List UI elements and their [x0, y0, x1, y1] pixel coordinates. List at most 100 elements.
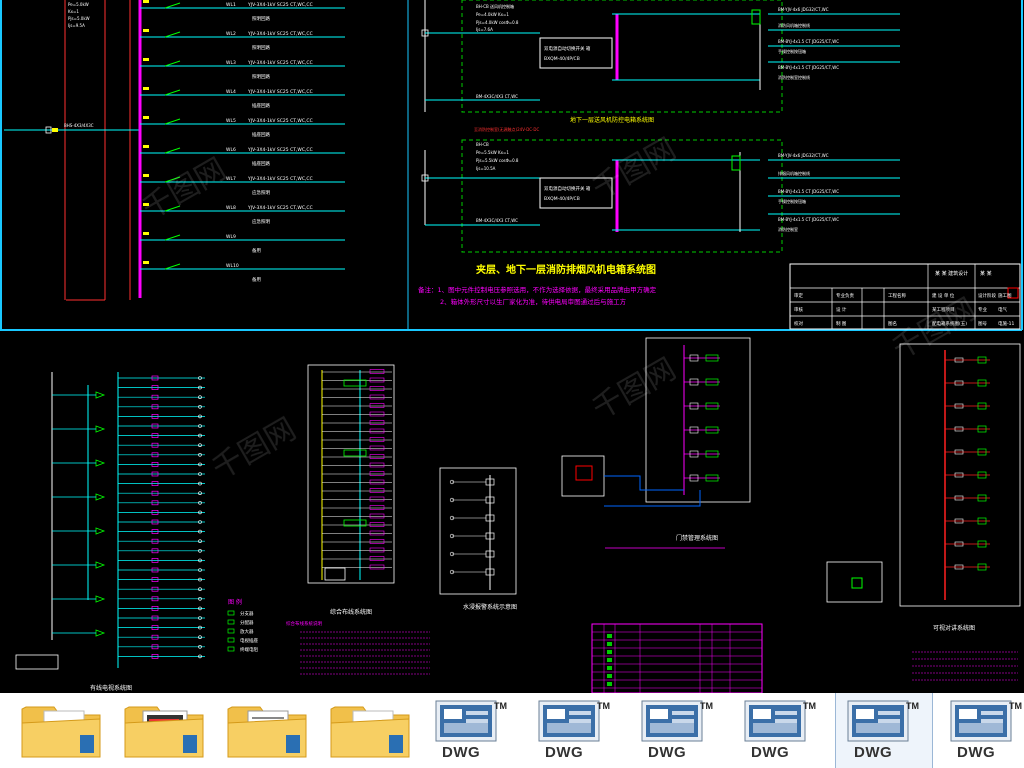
- upper-line-1: BH-CB 送风机控制箱: [476, 3, 514, 9]
- folder-thumbnail[interactable]: [321, 693, 417, 768]
- upper-box-label: 双电源自动切换开关 箱: [544, 45, 591, 52]
- left-meta-4: Ijs=9.5A: [68, 23, 85, 28]
- dwg-file-thumbnail[interactable]: TM DWG: [527, 693, 623, 768]
- upper-sheet: [0, 0, 1023, 331]
- svg-text:电视插座: 电视插座: [240, 637, 258, 644]
- upper-out-6: 消防控制室控制线: [778, 74, 810, 80]
- branch-cable: YJV-3X4-1kV SC25 CT,WC,CC: [247, 118, 313, 124]
- cabling-title: 综合布线系统图: [330, 608, 372, 616]
- branch-desc: 插座回路: [252, 160, 270, 167]
- dwg-label: DWG: [957, 744, 996, 761]
- upper-out-4: 手操控制按钮箱: [778, 48, 806, 54]
- branch-code: WL9: [226, 234, 236, 240]
- upper-line-3: Pjs=4.0kW cosΦ=0.8: [476, 20, 519, 25]
- svg-text:千图网: 千图网: [587, 352, 682, 427]
- upper-line-5: BM-4X3C/4X3 CT,WC: [476, 94, 518, 99]
- equipment-table: [591, 623, 763, 693]
- watermark: 千图网 千图网 千图网 千图网 千图网: [137, 132, 982, 487]
- svg-text:施工图: 施工图: [998, 292, 1012, 299]
- branch-code: WL3: [226, 60, 236, 66]
- svg-text:分支器: 分支器: [240, 610, 254, 617]
- dwg-file-thumbnail[interactable]: TM DWG: [630, 693, 726, 768]
- lower-line-2: Pe=5.5kW Kx=1: [476, 150, 509, 155]
- lower-out-1: BM-YJV-4x6 JDG32/CT,WC: [778, 153, 829, 158]
- svg-text:千图网: 千图网: [587, 132, 682, 207]
- left-meta-1: Pe=5.0kW: [68, 2, 89, 7]
- cable-tv-diagram: 有线电视系统图 图 例 分支器分配器放大器电视插座终端电阻: [15, 372, 258, 692]
- left-distribution-panel: Pe=5.0kW Kx=1 Pjs=5.0kW Ijs=9.5A BHS-4X3…: [4, 0, 345, 301]
- svg-text:千图网: 千图网: [207, 412, 302, 487]
- dwg-file-thumbnail[interactable]: TM DWG: [424, 693, 520, 768]
- upper-box-model: BXQM-40/4P/CB: [544, 56, 580, 62]
- branch-code: WL6: [226, 147, 236, 153]
- branch-cable: YJV-3X4-1kV SC25 CT,WC,CC: [247, 147, 313, 153]
- lower-header: 至消防控制室(无源触点)24V·DC·DC: [474, 126, 539, 132]
- branch-desc: 插座回路: [252, 131, 270, 138]
- lower-out-2: 排烟风机箱控制线: [778, 170, 810, 176]
- lower-out-3: BM-BYJ-4x1.5 CT JDG25/CT,WC: [778, 189, 839, 194]
- dwg-file-thumbnail[interactable]: TM DWG: [835, 693, 933, 768]
- left-meta-3: Pjs=5.0kW: [68, 16, 90, 21]
- cabling-notes-title: 综合布线系统说明: [286, 620, 322, 627]
- branch-cable: YJV-3X4-1kV SC25 CT,WC,CC: [247, 2, 313, 8]
- title-sheet: 某 某: [980, 271, 992, 277]
- main-title: 夹层、地下一层消防排烟风机电箱系统图: [476, 263, 656, 276]
- branch-cable: YJV-3X4-1kV SC25 CT,WC,CC: [247, 60, 313, 66]
- upper-fan-circuit: 双电源自动切换开关 箱 BXQM-40/4P/CB BM-YJV-4x6 JDG…: [421, 0, 900, 124]
- branch-cable: YJV-3X4-1kV SC25 CT,WC,CC: [247, 89, 313, 95]
- folder-thumbnail[interactable]: [12, 693, 108, 768]
- svg-text:电施-11: 电施-11: [998, 320, 1014, 327]
- svg-text:千图网: 千图网: [137, 152, 232, 227]
- branch-code: WL4: [226, 89, 236, 95]
- tm-mark: TM: [494, 701, 507, 711]
- note-2: 2、箱体外形尺寸以生厂家化为准，待供电局审图通过后与施工方: [440, 297, 627, 306]
- branch-code: WL2: [226, 31, 236, 37]
- svg-text:放大器: 放大器: [240, 628, 254, 635]
- lower-box-model: BXQM-40/4P/CB: [544, 196, 580, 202]
- branch-cable: YJV-3X4-1kV SC25 CT,WC,CC: [247, 205, 313, 211]
- dwg-label: DWG: [545, 744, 584, 761]
- cabling-diagram: 综合布线系统图 综合布线系统说明: [286, 364, 430, 675]
- cable-tv-title: 有线电视系统图: [90, 684, 132, 692]
- svg-text:设 计: 设 计: [836, 306, 847, 313]
- tm-mark: TM: [906, 701, 919, 711]
- svg-text:校对: 校对: [794, 320, 803, 327]
- svg-text:审定: 审定: [794, 292, 803, 299]
- branch-code: WL8: [226, 205, 236, 211]
- lower-out-6: 消防控制室: [778, 226, 798, 232]
- branch-desc: 应急照明: [252, 218, 270, 225]
- svg-text:工程名称: 工程名称: [888, 292, 906, 299]
- dwg-label: DWG: [751, 744, 790, 761]
- upper-out-3: BM-BYJ-4x1.5 CT JDG25/CT,WC: [778, 39, 839, 44]
- tm-mark: TM: [700, 701, 713, 711]
- folder-thumbnail[interactable]: [115, 693, 211, 768]
- dwg-file-thumbnail[interactable]: TM DWG: [733, 693, 829, 768]
- upper-subtitle: 地下一层送风机防控电箱系统图: [570, 116, 654, 124]
- dwg-file-thumbnail[interactable]: TM DWG: [939, 693, 1024, 768]
- lower-line-4: Ijs=10.5A: [476, 166, 496, 171]
- svg-text:专业负责: 专业负责: [836, 292, 854, 299]
- branch-desc: 照明回路: [252, 15, 270, 22]
- lower-line-5: BM-4X3C/4X3 CT,WC: [476, 218, 518, 223]
- water-leak-title: 水浸报警系统示意图: [463, 603, 517, 611]
- branch-code: WL10: [226, 263, 239, 269]
- water-leak-diagram: 水浸报警系统示意图: [439, 467, 517, 611]
- title-block: 某 某 建筑设计 某 某 审定 专业负责 工程名称 建 设 单 位 设计阶段 施…: [789, 263, 1021, 330]
- svg-text:分配器: 分配器: [240, 619, 254, 626]
- folder-thumbnail[interactable]: [218, 693, 314, 768]
- svg-text:专业: 专业: [978, 306, 987, 313]
- svg-text:千图网: 千图网: [887, 292, 982, 367]
- tm-mark: TM: [597, 701, 610, 711]
- lower-line-1: BH-CB: [476, 142, 489, 147]
- branch-cable: YJV-3X4-1kV SC25 CT,WC,CC: [247, 176, 313, 182]
- svg-text:建 设 单 位: 建 设 单 位: [932, 292, 955, 299]
- note-1: 备注：1、图中元件控制电压参照选用，不作为选择依据，最终采用品牌由甲方确定: [418, 285, 657, 294]
- branch-cable: YJV-3X4-1kV SC25 CT,WC,CC: [247, 31, 313, 37]
- branch-code: WL1: [226, 2, 236, 8]
- dwg-label: DWG: [442, 744, 481, 761]
- branch-desc: 备用: [252, 247, 261, 254]
- cad-drawing-canvas: Pe=5.0kW Kx=1 Pjs=5.0kW Ijs=9.5A BHS-4X3…: [0, 0, 1023, 693]
- svg-text:电气: 电气: [998, 306, 1007, 313]
- access-control-title: 门禁管理系统图: [676, 534, 718, 542]
- left-feed-label: BHS-4X3/4X3C: [64, 123, 94, 128]
